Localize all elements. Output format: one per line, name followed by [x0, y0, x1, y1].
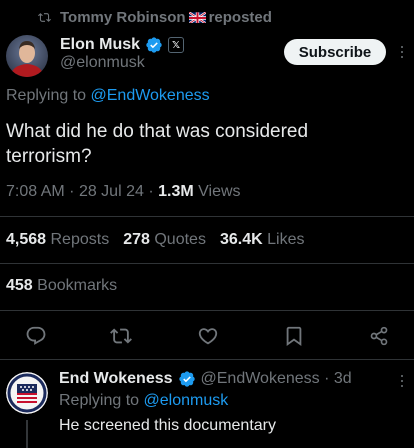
replying-to-prefix: Replying to	[6, 87, 87, 104]
reposts-stat[interactable]: 4,568 Reposts	[6, 231, 109, 249]
divider	[0, 216, 414, 217]
bookmark-icon[interactable]	[282, 324, 306, 348]
more-options-icon[interactable]	[398, 42, 406, 62]
repost-header-text[interactable]: Tommy Robinson reposted	[60, 9, 272, 26]
tweet-meta: 7:08 AM · 28 Jul 24 · 1.3M Views	[6, 183, 241, 200]
avatar[interactable]	[6, 372, 48, 414]
tweet-time[interactable]: 7:08 AM	[6, 183, 65, 200]
replying-to: Replying to @elonmusk	[59, 392, 228, 410]
repost-icon[interactable]	[109, 324, 133, 348]
engagement-stats: 4,568 Reposts 278 Quotes 36.4K Likes	[6, 231, 304, 249]
divider	[0, 359, 414, 360]
author-name[interactable]: Elon Musk	[60, 36, 140, 54]
author-name-row: Elon Musk 𝕏	[60, 34, 185, 56]
like-icon[interactable]	[196, 324, 220, 348]
replying-to: Replying to @EndWokeness	[6, 87, 210, 105]
more-options-icon[interactable]	[398, 371, 406, 391]
verified-badge-icon[interactable]	[145, 36, 163, 54]
reply-author-name[interactable]: End Wokeness	[59, 370, 173, 388]
verified-badge-icon[interactable]	[178, 370, 196, 388]
likes-stat[interactable]: 36.4K Likes	[220, 231, 305, 249]
x-affiliation-icon[interactable]: 𝕏	[168, 37, 185, 53]
divider	[0, 310, 414, 311]
views-label: Views	[198, 183, 241, 200]
subscribe-button[interactable]: Subscribe	[284, 39, 386, 65]
repost-icon	[36, 9, 52, 25]
bookmarks-stat[interactable]: 458 Bookmarks	[6, 277, 117, 295]
tweet-text: What did he do that was considered terro…	[6, 121, 309, 167]
reply-icon[interactable]	[24, 324, 48, 348]
replying-to-handle[interactable]: @elonmusk	[144, 392, 229, 409]
reply-handle-time[interactable]: @EndWokeness · 3d	[201, 370, 352, 388]
replying-to-handle[interactable]: @EndWokeness	[91, 87, 210, 104]
divider	[0, 263, 414, 264]
reposted-label: reposted	[208, 8, 272, 26]
quotes-stat[interactable]: 278 Quotes	[123, 231, 206, 249]
avatar[interactable]	[6, 35, 48, 77]
author-handle[interactable]: @elonmusk	[60, 54, 145, 72]
replying-to-prefix: Replying to	[59, 392, 140, 409]
reply-text: He screened this documentary	[59, 417, 276, 434]
reposter-name[interactable]: Tommy Robinson	[60, 9, 186, 26]
views-count: 1.3M	[158, 183, 194, 200]
repost-header[interactable]: Tommy Robinson reposted	[36, 6, 272, 28]
tweet-date[interactable]: 28 Jul 24	[79, 183, 144, 200]
uk-flag-icon	[188, 11, 206, 23]
thread-line	[26, 420, 28, 448]
share-icon[interactable]	[367, 324, 391, 348]
reply-author-row: End Wokeness @EndWokeness · 3d	[59, 368, 352, 390]
